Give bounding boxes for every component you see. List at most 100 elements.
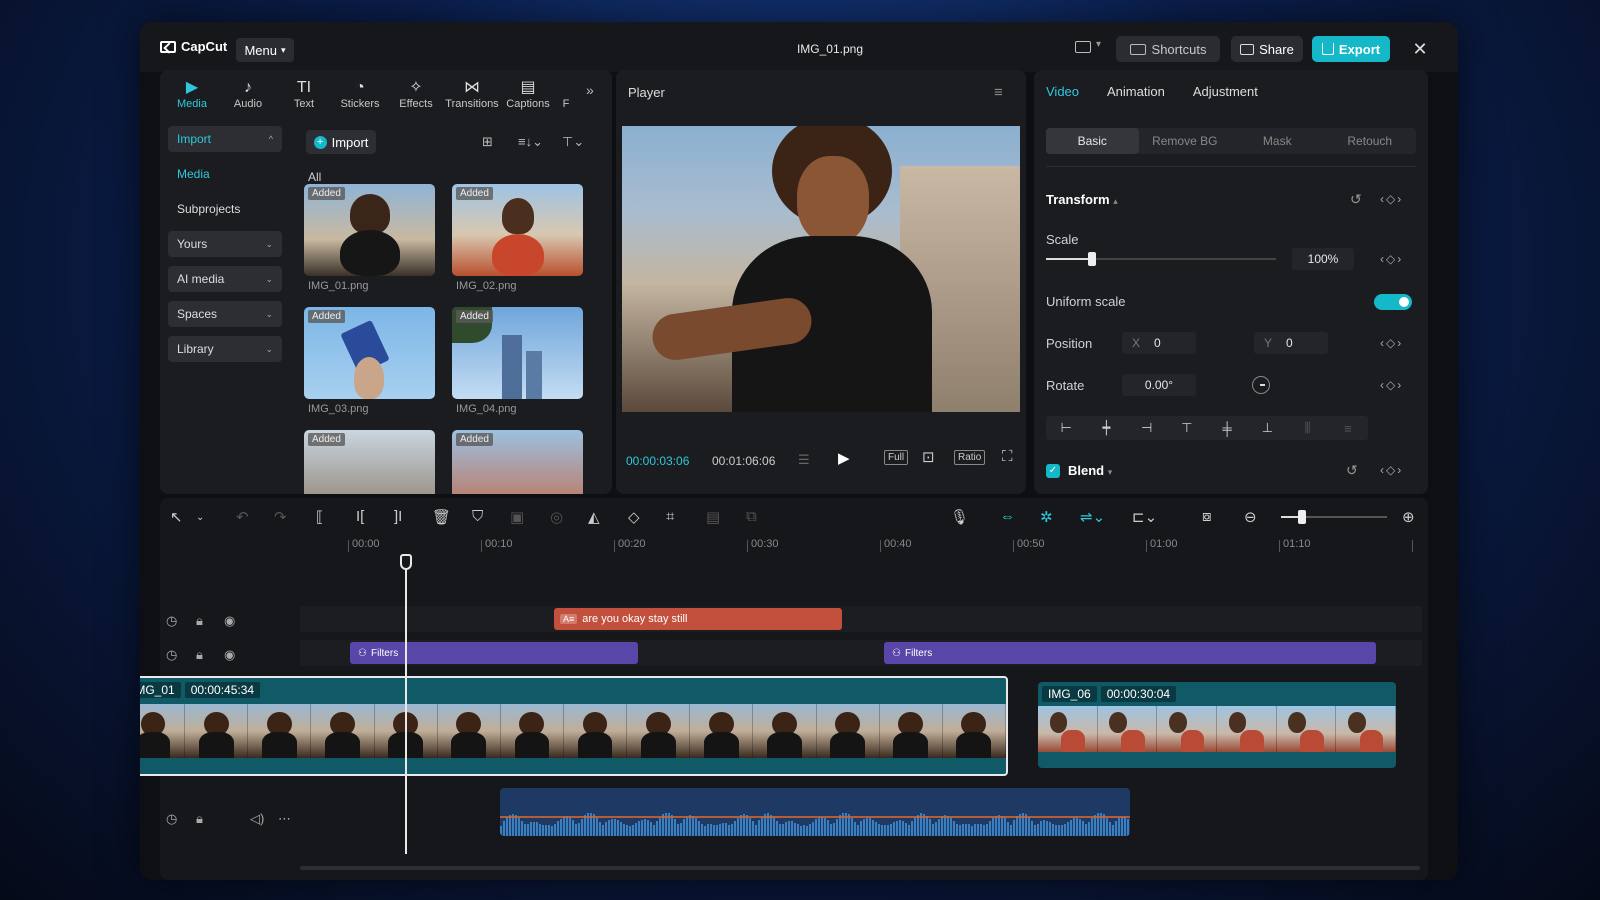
subtab-remove-bg[interactable]: Remove BG [1139, 128, 1232, 154]
select-cursor-icon[interactable]: ↖ [170, 508, 183, 526]
second-video-clip[interactable]: IMG_06 00:00:30:04 [1038, 682, 1396, 768]
lock-icon[interactable]: 🔒︎ [196, 647, 203, 663]
reset-icon[interactable]: ↺ [1346, 462, 1358, 479]
delete-icon[interactable]: 🗑 [432, 508, 451, 526]
share-button[interactable]: Share [1231, 36, 1303, 62]
tab-effects[interactable]: ✧ Effects [388, 70, 444, 114]
keyframe-icon[interactable]: ‹◇› [1380, 252, 1403, 266]
time-ruler[interactable]: 00:00 00:10 00:20 00:30 00:40 00:50 01:0… [348, 536, 1418, 556]
eye-icon[interactable]: ◉ [224, 613, 235, 629]
keyframe-icon[interactable]: ‹◇› [1380, 463, 1403, 477]
mirror-icon[interactable]: ◭ [588, 508, 600, 526]
subtab-retouch[interactable]: Retouch [1324, 128, 1417, 154]
filter-icon[interactable]: ⊤⌄ [562, 134, 584, 150]
nav-media[interactable]: Media [168, 161, 282, 187]
clock-icon[interactable]: ◷ [166, 811, 177, 827]
media-item[interactable]: Added [452, 430, 583, 494]
tab-transitions[interactable]: ⋈ Transitions [444, 70, 500, 114]
zoom-slider-handle[interactable] [1298, 510, 1307, 524]
eye-icon[interactable]: ◉ [224, 647, 235, 663]
clock-icon[interactable]: ◷ [166, 647, 177, 663]
import-button[interactable]: + Import [306, 130, 376, 154]
thumbnail-view-icon[interactable]: ⧇ [1202, 508, 1212, 525]
keyframe-icon[interactable]: ‹◇› [1380, 378, 1403, 392]
export-button[interactable]: Export [1312, 36, 1390, 62]
layout-icon[interactable] [1075, 41, 1091, 53]
fullscreen-icon[interactable]: ⛶ [1002, 448, 1013, 465]
blend-section-title[interactable]: Blend ▾ [1068, 463, 1112, 478]
snapshot-icon[interactable]: ⊡ [922, 448, 935, 466]
preview-axis-icon[interactable]: ⊏⌄ [1132, 508, 1157, 526]
nav-import[interactable]: Import ^ [168, 126, 282, 152]
nav-ai-media[interactable]: AI media ⌄ [168, 266, 282, 292]
split-icon[interactable]: ⟦ [316, 508, 323, 526]
zoom-slider[interactable] [1281, 510, 1387, 524]
crop-icon[interactable]: ⌗ [666, 508, 674, 525]
more-icon[interactable]: ⋯ [278, 811, 291, 827]
subtab-basic[interactable]: Basic [1046, 128, 1139, 154]
rotate-icon[interactable]: ◇ [628, 508, 640, 526]
nav-yours[interactable]: Yours ⌄ [168, 231, 282, 257]
media-item[interactable]: Added [452, 184, 583, 276]
transform-section-title[interactable]: Transform ▴ [1046, 192, 1118, 207]
tab-animation[interactable]: Animation [1107, 84, 1165, 99]
tab-stickers[interactable]: ◔ Stickers [332, 70, 388, 114]
auto-snap-icon[interactable]: ✲ [1040, 508, 1053, 526]
split-left-icon[interactable]: I[ [356, 508, 364, 525]
uniform-scale-toggle[interactable] [1374, 294, 1412, 310]
full-quality-button[interactable]: Full [884, 450, 909, 465]
media-item[interactable]: Added [452, 307, 583, 399]
chevron-down-icon[interactable]: ⌄ [196, 512, 204, 523]
reset-icon[interactable]: ↺ [1350, 191, 1362, 208]
nav-spaces[interactable]: Spaces ⌄ [168, 301, 282, 327]
position-y-field[interactable]: Y 0 [1254, 332, 1328, 354]
subtab-mask[interactable]: Mask [1231, 128, 1324, 154]
clock-icon[interactable]: ◷ [166, 613, 177, 629]
tab-media[interactable]: ▶ Media [164, 70, 220, 114]
playhead[interactable] [405, 554, 407, 854]
volume-icon[interactable]: ◁) [250, 811, 264, 827]
media-item[interactable]: Added [304, 430, 435, 494]
rotate-value[interactable]: 0.00° [1122, 374, 1196, 396]
nav-library[interactable]: Library ⌄ [168, 336, 282, 362]
zoom-in-icon[interactable]: ⊕ [1402, 508, 1415, 526]
scale-value[interactable]: 100% [1292, 248, 1354, 270]
align-left-icon[interactable]: ⊢ [1046, 416, 1086, 440]
align-top-icon[interactable]: ⊤ [1167, 416, 1207, 440]
align-bottom-icon[interactable]: ⊥ [1247, 416, 1287, 440]
align-center-h-icon[interactable]: ┿ [1086, 416, 1126, 440]
ratio-button[interactable]: Ratio [954, 450, 986, 465]
media-item[interactable]: Added [304, 307, 435, 399]
filter-clip[interactable]: ⚇ Filters [884, 642, 1376, 664]
media-item[interactable]: Added [304, 184, 435, 276]
tab-audio[interactable]: ♪ Audio [220, 70, 276, 114]
main-track-magnet-icon[interactable]: ⇔ [1000, 508, 1015, 525]
align-middle-v-icon[interactable]: ╪ [1207, 416, 1247, 440]
audio-clip[interactable] [500, 788, 1130, 836]
more-tabs-icon[interactable]: » [586, 82, 594, 98]
grid-view-icon[interactable]: ⊞ [482, 134, 493, 150]
tab-text[interactable]: TI Text [276, 70, 332, 114]
sort-icon[interactable]: ≡↓⌄ [518, 134, 543, 150]
filter-clip[interactable]: ⚇ Filters [350, 642, 638, 664]
align-right-icon[interactable]: ⊣ [1127, 416, 1167, 440]
shortcuts-button[interactable]: Shortcuts [1116, 36, 1220, 62]
main-video-clip[interactable]: IMG_01 00:00:45:34 [140, 676, 1008, 776]
playhead-handle[interactable] [400, 554, 412, 570]
nav-subprojects[interactable]: Subprojects [168, 196, 282, 222]
play-icon[interactable]: ▶ [838, 449, 850, 467]
timeline-view-icon[interactable]: ☰ [798, 452, 810, 468]
video-preview[interactable] [622, 126, 1020, 412]
blend-checkbox[interactable]: ✓ [1046, 464, 1060, 478]
scale-slider-handle[interactable] [1088, 252, 1096, 266]
tab-filters[interactable]: F [556, 70, 576, 114]
zoom-out-icon[interactable]: ⊖ [1244, 508, 1257, 526]
chevron-down-icon[interactable]: ▾ [1096, 39, 1101, 50]
split-right-icon[interactable]: ]I [394, 508, 402, 525]
link-clips-icon[interactable]: ⇌⌄ [1080, 508, 1105, 526]
horizontal-scrollbar[interactable] [300, 866, 1420, 870]
scale-slider[interactable] [1046, 252, 1276, 266]
hamburger-menu-icon[interactable]: ≡ [994, 84, 1003, 101]
close-icon[interactable]: ✕ [1408, 37, 1432, 61]
rotate-dial-icon[interactable] [1252, 376, 1270, 394]
